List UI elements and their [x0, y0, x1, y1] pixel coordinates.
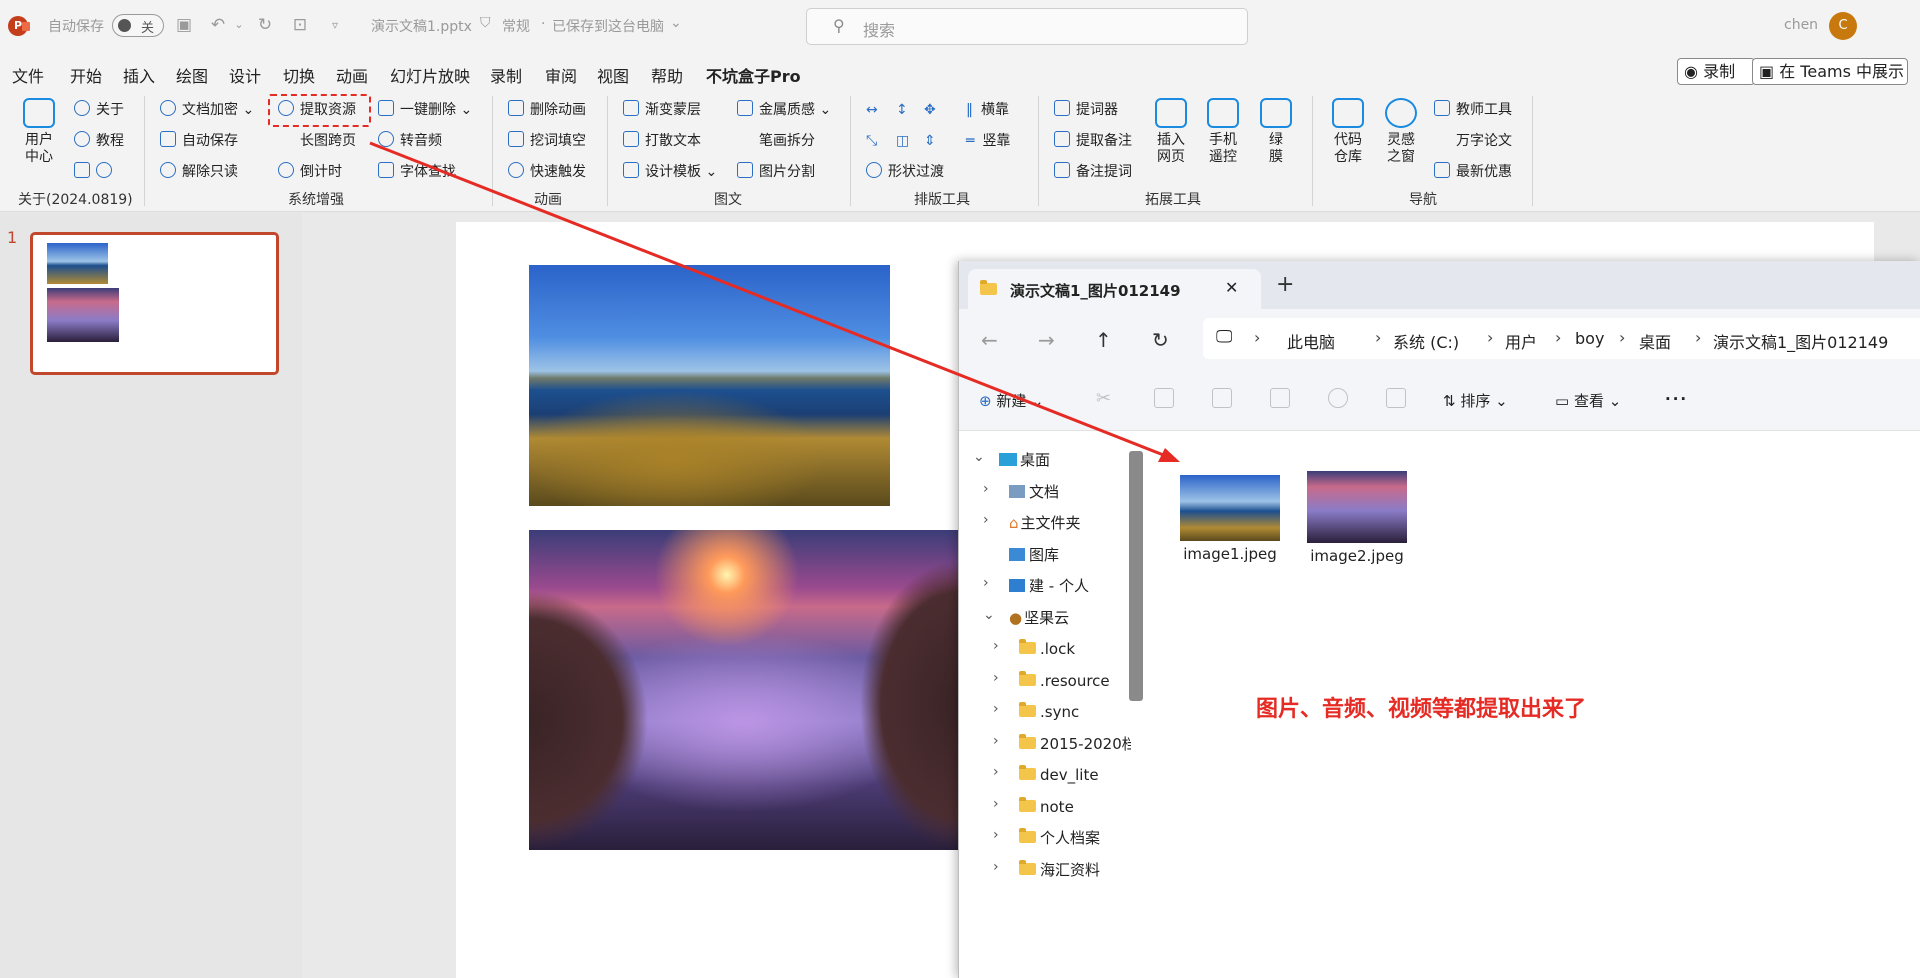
annotation-arrow: [369, 141, 1180, 462]
annotation-text: 图片、音频、视频等都提取出来了: [1256, 697, 1587, 722]
